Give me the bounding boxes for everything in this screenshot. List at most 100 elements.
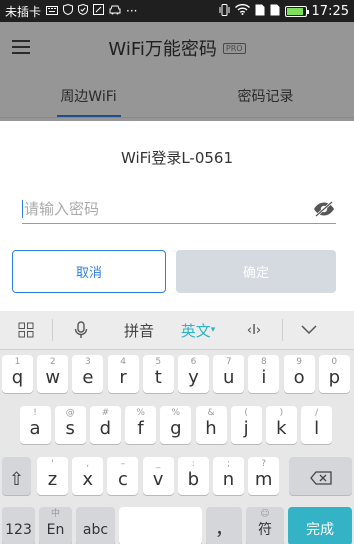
key-h[interactable]: & h xyxy=(195,406,227,444)
key-a[interactable]: ! a xyxy=(19,406,51,444)
status-bar: 未插卡 ··· 17:25 xyxy=(0,0,354,22)
key-secondary-label: 8 xyxy=(261,357,267,367)
wifi-login-dialog: WiFi登录L-0561 取消 确定 xyxy=(0,121,354,311)
key-row-3: ⇧ ' z, x – c _ v: b; n? m xyxy=(0,457,354,497)
key-label: m xyxy=(254,469,273,490)
key-o[interactable]: 9o xyxy=(283,355,315,393)
key-label: t xyxy=(154,367,162,388)
space-key[interactable] xyxy=(119,507,202,544)
key-label: u xyxy=(222,367,235,388)
confirm-button[interactable]: 确定 xyxy=(176,250,336,293)
key-c[interactable]: – c xyxy=(107,457,139,495)
key-w[interactable]: 2w xyxy=(37,355,69,393)
key-label: r xyxy=(119,367,127,388)
done-key[interactable]: 完成 xyxy=(288,507,352,544)
key-g[interactable]: % g xyxy=(160,406,192,444)
cancel-button[interactable]: 取消 xyxy=(12,250,166,293)
key-label: a xyxy=(29,418,41,439)
password-input[interactable] xyxy=(24,199,312,218)
key-r[interactable]: 4r xyxy=(107,355,139,393)
key-label: e xyxy=(82,367,94,388)
comma-key[interactable]: ， xyxy=(206,507,242,544)
key-label: k xyxy=(276,418,287,439)
key-row-2: ! a @ s # d% f% g & h(j) k / l xyxy=(0,406,354,446)
symbol-key-label: 符 xyxy=(258,522,272,538)
carrier-label: 未插卡 xyxy=(5,4,42,19)
key-z[interactable]: ' z xyxy=(37,457,68,495)
grid-menu-icon[interactable] xyxy=(0,311,52,349)
key-p[interactable]: 0p xyxy=(318,355,350,393)
comma-key-label: ， xyxy=(215,519,233,540)
key-label: j xyxy=(243,418,249,439)
language-switch-key[interactable]: 中 En xyxy=(39,507,72,544)
key-label: f xyxy=(137,418,144,439)
key-secondary-label: 2 xyxy=(49,357,56,367)
shift-key[interactable]: ⇧ xyxy=(2,457,31,495)
shield-icon xyxy=(63,3,74,18)
key-j[interactable]: (j xyxy=(230,406,262,444)
key-n[interactable]: ; n xyxy=(213,457,244,495)
key-secondary-label: 7 xyxy=(225,357,232,367)
key-secondary-label: 5 xyxy=(155,357,162,367)
sim1-icon xyxy=(255,4,265,19)
key-d[interactable]: # d xyxy=(89,406,121,444)
key-l[interactable]: / l xyxy=(301,406,333,444)
dropdown-caret-icon: ▾ xyxy=(210,325,216,335)
key-label: z xyxy=(47,469,58,490)
key-u[interactable]: 7u xyxy=(213,355,245,393)
english-mode[interactable]: 英文 ▾ xyxy=(170,311,226,349)
key-secondary-label: 0 xyxy=(331,357,338,367)
hide-password-eye-icon[interactable] xyxy=(312,197,336,221)
soft-keyboard: 拼音 英文 ▾ ‹I› 1q2w3e4r5t6y7u8i9o0p ! a @ s # d% f… xyxy=(0,311,354,544)
key-secondary-label: ; xyxy=(226,459,231,469)
key-m[interactable]: ? m xyxy=(248,457,280,495)
shift-icon: ⇧ xyxy=(8,469,25,490)
key-label: n xyxy=(222,469,235,490)
backspace-key[interactable] xyxy=(289,457,352,495)
car-icon xyxy=(109,4,121,18)
number-key-label: 123 xyxy=(5,522,32,538)
more-icon: ··· xyxy=(126,4,138,18)
password-field xyxy=(22,194,336,224)
key-secondary-label: 6 xyxy=(190,357,197,367)
key-label: s xyxy=(65,418,75,439)
key-q[interactable]: 1q xyxy=(2,355,33,393)
key-label: i xyxy=(261,367,267,388)
key-v[interactable]: _ v xyxy=(142,457,174,495)
key-f[interactable]: % f xyxy=(125,406,157,444)
key-row-1: 1q2w3e4r5t6y7u8i9o0p xyxy=(0,355,354,395)
abc-key-label: abc xyxy=(82,522,109,538)
key-e[interactable]: 3e xyxy=(72,355,104,393)
clock: 17:25 xyxy=(311,3,349,19)
cursor-move[interactable]: ‹I› xyxy=(226,311,282,349)
key-secondary-label: : xyxy=(191,459,195,469)
number-key[interactable]: 123 xyxy=(2,507,35,544)
english-mode-label: 英文 xyxy=(180,321,211,340)
key-b[interactable]: :b xyxy=(177,457,209,495)
key-secondary-label: , xyxy=(86,459,90,469)
key-y[interactable]: 6y xyxy=(178,355,209,393)
key-secondary-label: 4 xyxy=(120,357,126,367)
key-secondary-label: – xyxy=(120,459,126,469)
done-key-label: 完成 xyxy=(306,522,334,538)
key-secondary-label: ) xyxy=(279,408,284,418)
key-i[interactable]: 8i xyxy=(248,355,280,393)
language-key-label: En xyxy=(46,522,65,538)
key-secondary-label: ! xyxy=(33,408,37,418)
symbol-key[interactable]: ☺ 符 xyxy=(246,507,284,544)
collapse-keyboard-icon[interactable] xyxy=(283,311,335,349)
key-k[interactable]: ) k xyxy=(265,406,297,444)
key-secondary-label: & xyxy=(207,408,215,418)
key-label: h xyxy=(205,418,217,439)
key-secondary-label: / xyxy=(315,408,319,418)
pinyin-mode[interactable]: 拼音 xyxy=(108,311,170,349)
microphone-icon[interactable] xyxy=(53,311,108,349)
shield-check-icon xyxy=(78,3,89,18)
key-s[interactable]: @ s xyxy=(54,406,86,444)
key-x[interactable]: ,x xyxy=(72,457,104,495)
key-t[interactable]: 5t xyxy=(142,355,174,393)
key-label: g xyxy=(170,418,182,439)
keyboard-icon xyxy=(46,4,59,18)
key-secondary-label: % xyxy=(171,408,181,418)
abc-key[interactable]: abc xyxy=(76,507,115,544)
